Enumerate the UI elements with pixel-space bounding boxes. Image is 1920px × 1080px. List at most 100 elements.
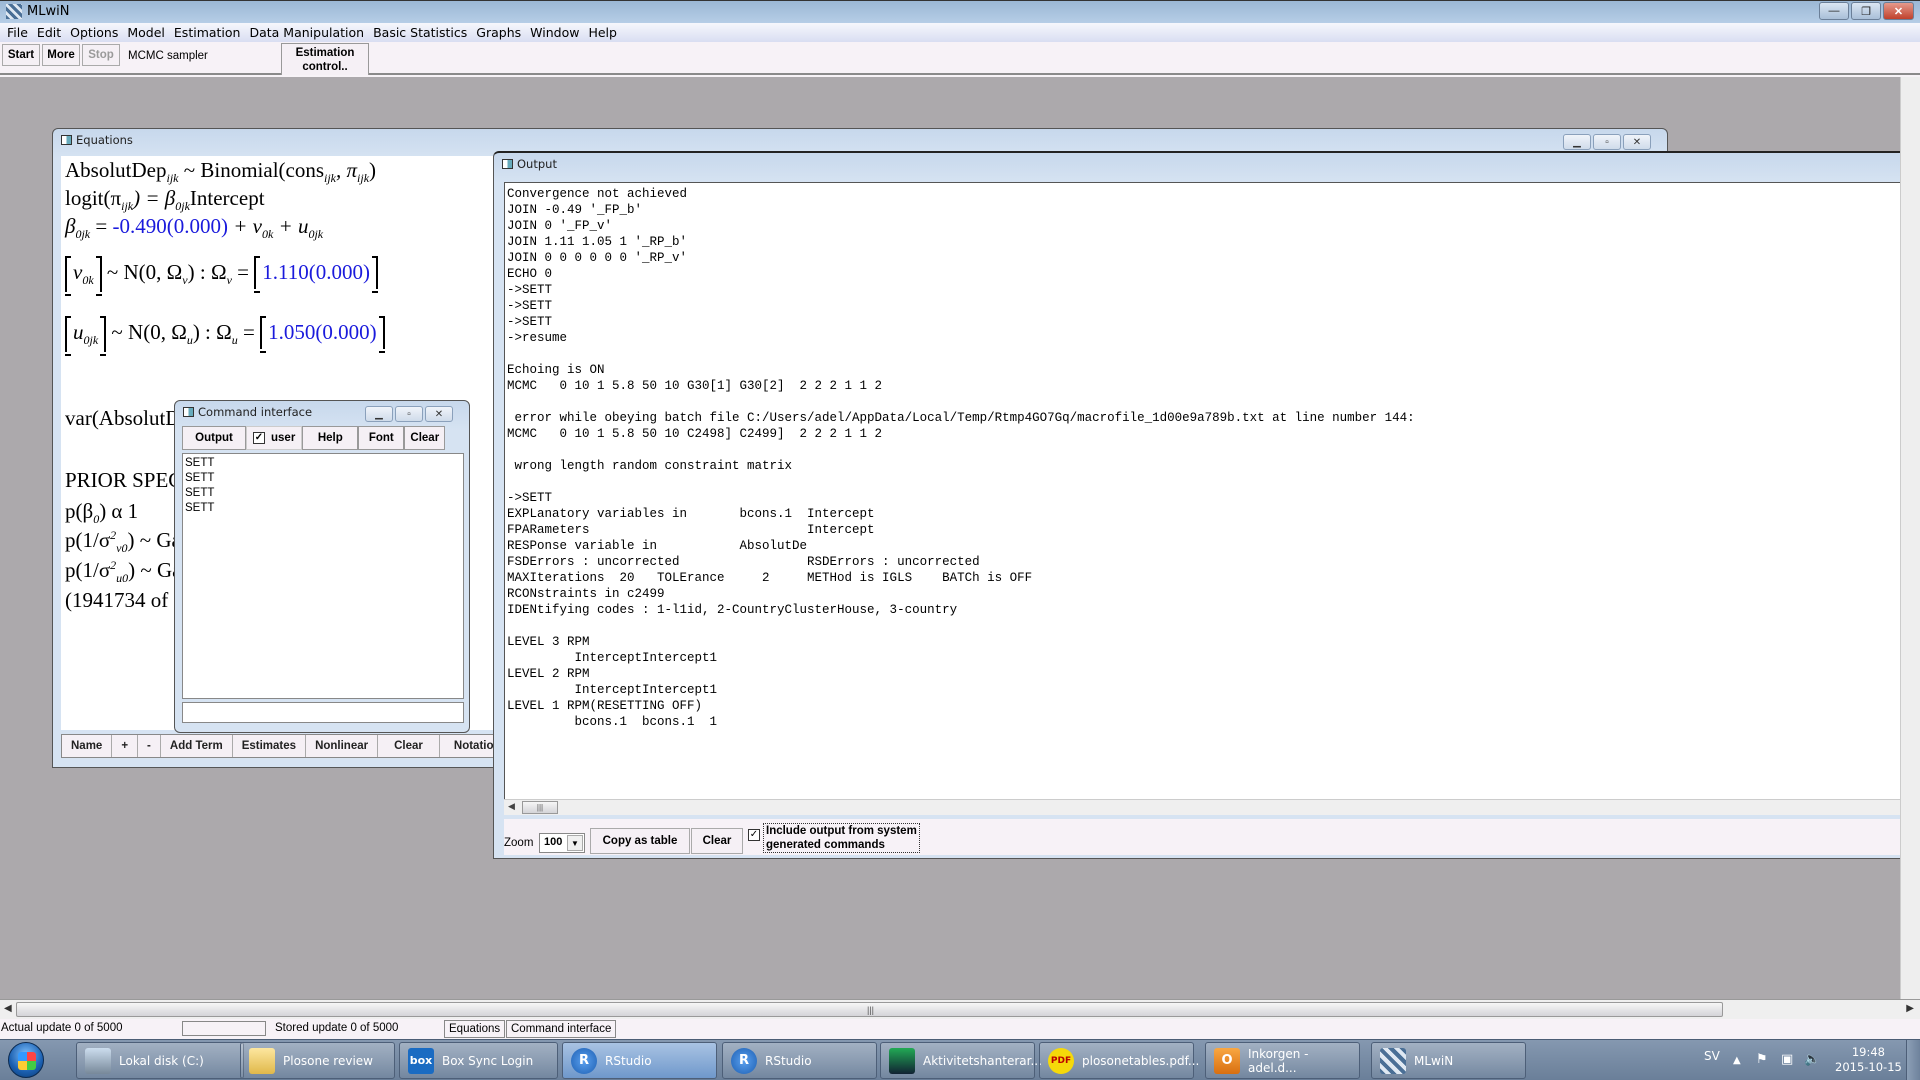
workspace-vertical-scrollbar[interactable] [1900, 77, 1920, 999]
menu-window[interactable]: Window [526, 25, 584, 40]
fixed-estimate[interactable]: -0.490(0.000) [112, 214, 227, 238]
menu-graphs[interactable]: Graphs [472, 25, 526, 40]
command-history[interactable]: SETT SETT SETT SETT [182, 453, 464, 699]
menu-data-manipulation[interactable]: Data Manipulation [245, 25, 369, 40]
output-line: InterceptIntercept1 [507, 651, 718, 665]
window-tab-equations[interactable]: Equations [444, 1020, 506, 1038]
level3-variance-estimate[interactable]: 1.110(0.000) [254, 256, 378, 293]
menu-help[interactable]: Help [584, 25, 622, 40]
outlook-icon: O [1214, 1047, 1240, 1074]
equation-link[interactable]: logit(πijk) = β0jkIntercept [65, 186, 265, 214]
restore-button[interactable]: ▫ [395, 406, 423, 422]
menu-options[interactable]: Options [66, 25, 123, 40]
more-precision-button[interactable]: + [112, 735, 139, 757]
equation-level2-variance[interactable]: u0jk ~ N(0, Ωu) : Ωu = 1.050(0.000) [65, 316, 385, 357]
output-button[interactable]: Output [182, 426, 246, 450]
show-hidden-icons-icon[interactable]: ▲ [1733, 1055, 1741, 1066]
output-text-area[interactable]: Convergence not achieved JOIN -0.49 '_FP_… [504, 182, 1900, 810]
history-item[interactable]: SETT [185, 471, 461, 486]
output-line: MCMC 0 10 1 5.8 50 10 C2498] C2499] 2 2 … [507, 427, 883, 441]
output-line: ->SETT [507, 283, 553, 297]
equation-response[interactable]: AbsolutDepijk ~ Binomial(consijk, πijk) [65, 158, 376, 186]
command-input[interactable] [182, 702, 464, 723]
scroll-left-icon[interactable]: ◀ [4, 1003, 12, 1014]
clear-button[interactable]: Clear [691, 828, 743, 854]
clock[interactable]: 19:48 2015-10-15 [1835, 1045, 1902, 1075]
close-button[interactable]: ✕ [1883, 2, 1914, 20]
clear-button[interactable]: Clear [378, 735, 440, 757]
language-indicator[interactable]: SV [1704, 1049, 1720, 1063]
nonlinear-button[interactable]: Nonlinear [306, 735, 379, 757]
pdf-icon: PDF [1048, 1047, 1074, 1074]
taskbar-item-pdf[interactable]: PDF plosonetables.pdf... [1039, 1042, 1199, 1079]
taskbar-item-outlook[interactable]: O Inkorgen - adel.d... [1205, 1042, 1360, 1079]
font-button[interactable]: Font [358, 426, 405, 450]
taskbar-item-rstudio-2[interactable]: R RStudio [722, 1042, 877, 1079]
history-item[interactable]: SETT [185, 501, 461, 516]
taskbar-item-plosone-review[interactable]: Plosone review [240, 1042, 395, 1079]
taskbar-item-task-manager[interactable]: Aktivitetshanterar... [880, 1042, 1042, 1079]
history-item[interactable]: SETT [185, 486, 461, 501]
minimize-button[interactable]: ▁ [365, 406, 393, 422]
close-button[interactable]: ✕ [1623, 134, 1651, 150]
output-line: error while obeying batch file C:/Users/… [507, 411, 1415, 425]
add-term-button[interactable]: Add Term [161, 735, 233, 757]
output-line: ->SETT [507, 315, 553, 329]
restore-button[interactable]: ❐ [1851, 2, 1881, 20]
level2-variance-estimate[interactable]: 1.050(0.000) [260, 316, 385, 353]
response-variable[interactable]: AbsolutDep [65, 158, 167, 182]
estimates-button[interactable]: Estimates [233, 735, 307, 757]
history-item[interactable]: SETT [185, 456, 461, 471]
taskbar-item-rstudio-1[interactable]: R RStudio [562, 1042, 717, 1079]
taskbar-item-mlwin[interactable]: MLwiN [1371, 1042, 1526, 1079]
output-line: ECHO 0 [507, 267, 553, 281]
stop-button[interactable]: Stop [82, 44, 120, 66]
menu-basic-statistics[interactable]: Basic Statistics [369, 25, 472, 40]
output-line: EXPLanatory variables in bcons.1 Interce… [507, 507, 875, 521]
workspace-horizontal-scrollbar[interactable]: ◀ ||| ▶ [0, 999, 1920, 1019]
scroll-right-icon[interactable]: ▶ [1906, 1003, 1914, 1014]
menu-estimation[interactable]: Estimation [170, 25, 246, 40]
minimize-button[interactable]: — [1819, 2, 1849, 20]
volume-icon[interactable]: 🔈 [1804, 1052, 1820, 1067]
taskbar-item-lokal-disk[interactable]: Lokal disk (C:) [76, 1042, 244, 1079]
close-button[interactable]: ✕ [425, 406, 453, 422]
clear-button[interactable]: Clear [404, 426, 446, 450]
zoom-select[interactable]: 100 ▼ [539, 833, 585, 853]
menu-model[interactable]: Model [123, 25, 170, 40]
menu-edit[interactable]: Edit [33, 25, 66, 40]
estimation-control-button[interactable]: Estimation control.. [281, 43, 369, 75]
show-desktop-button[interactable] [1906, 1040, 1920, 1080]
intercept-term[interactable]: Intercept [190, 186, 265, 210]
less-precision-button[interactable]: - [138, 735, 161, 757]
window-tab-command-interface[interactable]: Command interface [506, 1020, 617, 1038]
minimize-button[interactable]: ▁ [1563, 134, 1591, 150]
taskbar-item-box-sync[interactable]: box Box Sync Login [399, 1042, 558, 1079]
output-line: MAXIterations 20 TOLErance 2 METHod is I… [507, 571, 1033, 585]
restore-button[interactable]: ▫ [1593, 134, 1621, 150]
user-checkbox[interactable]: ✓ user [246, 426, 303, 450]
scroll-thumb[interactable]: ||| [522, 801, 558, 814]
scroll-thumb[interactable]: ||| [16, 1002, 1723, 1017]
network-icon[interactable]: ▣ [1781, 1052, 1793, 1067]
equation-beta[interactable]: β0jk = -0.490(0.000) + v0k + u0jk [65, 214, 323, 242]
start-button[interactable] [8, 1042, 44, 1078]
action-center-flag-icon[interactable]: ⚑ [1756, 1052, 1768, 1067]
grip-icon: ||| [867, 1005, 875, 1015]
help-button[interactable]: Help [302, 426, 359, 450]
include-system-output-checkbox[interactable]: ✓ [748, 829, 760, 841]
equation-level3-variance[interactable]: v0k ~ N(0, Ωv) : Ωv = 1.110(0.000) [65, 256, 378, 297]
output-line: LEVEL 1 RPM(RESETTING OFF) [507, 699, 703, 713]
output-line: RESPonse variable in AbsolutDe [507, 539, 808, 553]
name-button[interactable]: Name [62, 735, 113, 757]
start-button[interactable]: Start [2, 44, 40, 66]
output-horizontal-scrollbar[interactable]: ◀ ||| [504, 799, 1900, 815]
scroll-left-icon[interactable]: ◀ [508, 801, 515, 812]
output-line: JOIN -0.49 '_FP_b' [507, 203, 643, 217]
copy-as-table-button[interactable]: Copy as table [590, 828, 690, 854]
menu-file[interactable]: File [3, 25, 33, 40]
app-window-buttons: — ❐ ✕ [1819, 2, 1914, 20]
include-system-output-label[interactable]: Include output from system generated com… [763, 823, 920, 853]
more-button[interactable]: More [42, 44, 80, 66]
